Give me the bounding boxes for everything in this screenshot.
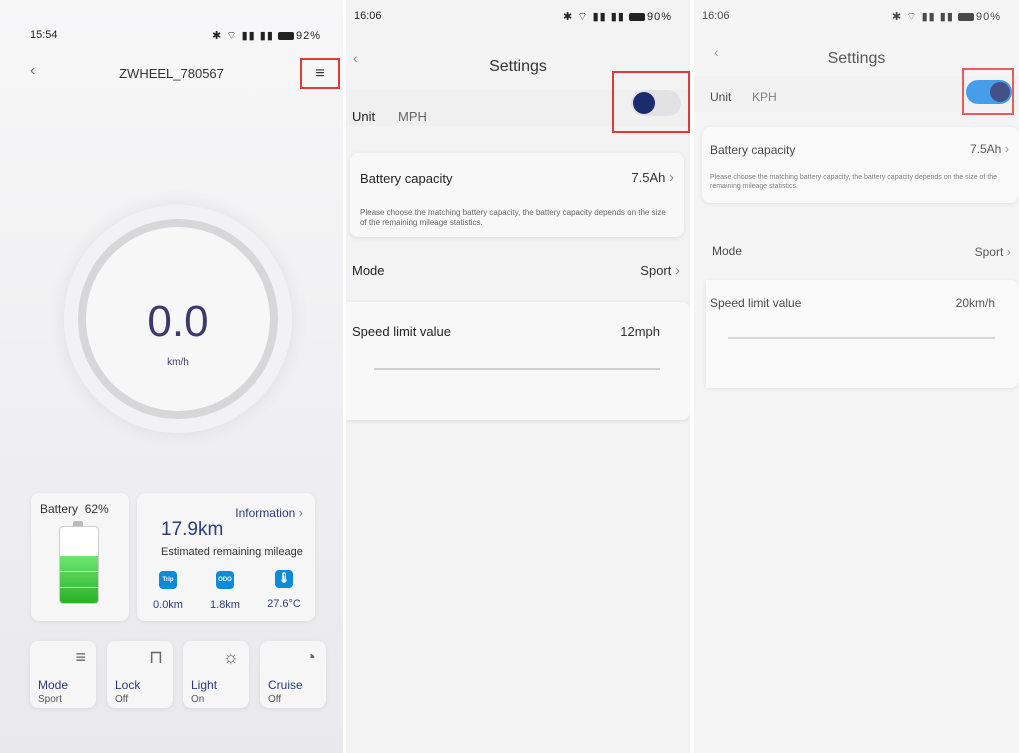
chevron-right-icon: › xyxy=(1004,141,1009,156)
mode-row[interactable]: Mode Sport › xyxy=(346,250,690,292)
trip-stat: Trip 0.0km xyxy=(143,568,193,611)
speed-unit: km/h xyxy=(167,357,189,368)
speed-limit-card: Speed limit value 20km/h xyxy=(706,280,1019,388)
device-name: ZWHEEL_780567 xyxy=(119,66,224,81)
speedometer: 0.0 km/h xyxy=(64,205,292,433)
signal-icons: ✱ ⌔ ▮▮ ▮▮ xyxy=(891,11,954,23)
lightbulb-icon: ☼ xyxy=(222,647,240,667)
battery-capacity-card[interactable]: Battery capacity 7.5Ah › Please choose t… xyxy=(702,127,1019,203)
thermometer-icon: 🌡 xyxy=(275,570,293,588)
battery-percent: 62% xyxy=(84,502,109,516)
battery-gauge-icon xyxy=(59,526,99,604)
unit-value: KPH xyxy=(752,90,777,104)
battery-card: Battery 62% xyxy=(31,493,129,621)
battery-label: Battery 62% xyxy=(40,502,109,516)
top-nav: ‹ ZWHEEL_780567 ≡ xyxy=(0,58,343,92)
chevron-right-icon: › xyxy=(669,169,674,186)
signal-icons: ✱ ⌔ ▮▮ ▮▮ xyxy=(562,11,625,23)
speed-value: 0.0 xyxy=(147,297,209,346)
hamburger-icon: ≡ xyxy=(315,64,325,82)
toggle-knob xyxy=(990,82,1010,102)
menu-button[interactable]: ≡ xyxy=(300,58,340,89)
odo-stat: ODO 1.8km xyxy=(200,568,250,611)
speed-limit-card: Speed limit value 12mph xyxy=(346,302,690,420)
settings-screen-mph: 16:06 ✱ ⌔ ▮▮ ▮▮ 90% ‹ Settings Unit MPH … xyxy=(346,0,690,753)
battery-description: Please choose the matching battery capac… xyxy=(710,174,998,190)
mode-icon: ≡ xyxy=(75,647,86,667)
unit-label: Unit xyxy=(710,90,732,104)
home-screen: 15:54 ✱ ⌔ ▮▮ ▮▮ 92% ‹ ZWHEEL_780567 ≡ 0.… xyxy=(0,0,343,753)
cruise-tile[interactable]: ◔ Cruise Off xyxy=(260,641,326,708)
status-battery-percent: 92% xyxy=(295,30,321,42)
settings-screen-kph: 16:06 ✱ ⌔ ▮▮ ▮▮ 90% ‹ Settings Unit KPH … xyxy=(694,0,1019,753)
battery-fill xyxy=(60,555,98,603)
mode-tile[interactable]: ≡ Mode Sport xyxy=(30,641,96,708)
status-bar: 16:06 ✱ ⌔ ▮▮ ▮▮ 90% xyxy=(694,0,1019,44)
signal-icons: ✱ ⌔ ▮▮ ▮▮ xyxy=(211,30,274,42)
info-card[interactable]: Information › 17.9km Estimated remaining… xyxy=(137,493,315,621)
remaining-mileage-label: Estimated remaining mileage xyxy=(161,546,303,558)
light-tile[interactable]: ☼ Light On xyxy=(183,641,249,708)
battery-capacity-card[interactable]: Battery capacity 7.5Ah › Please choose t… xyxy=(350,153,684,237)
speed-limit-slider[interactable] xyxy=(728,337,995,339)
unit-label: Unit xyxy=(352,109,376,124)
temperature-stat: 🌡 27.6°C xyxy=(259,568,309,610)
remaining-distance: 17.9km xyxy=(161,519,224,540)
mode-row[interactable]: Mode Sport › xyxy=(694,234,1019,270)
battery-icon xyxy=(277,32,294,41)
status-time: 15:54 xyxy=(30,29,58,41)
battery-icon xyxy=(957,13,974,22)
information-link[interactable]: Information › xyxy=(235,505,303,520)
toggle-knob xyxy=(633,92,655,114)
lock-tile[interactable]: ⊓ Lock Off xyxy=(107,641,173,708)
status-icons: ✱ ⌔ ▮▮ ▮▮ 92% xyxy=(212,29,321,43)
speed-limit-slider[interactable] xyxy=(374,368,660,370)
status-time: 16:06 xyxy=(354,10,382,22)
chevron-right-icon: › xyxy=(1006,244,1011,259)
unit-value: MPH xyxy=(398,109,427,124)
unit-toggle[interactable] xyxy=(631,90,681,116)
status-bar: 15:54 ✱ ⌔ ▮▮ ▮▮ 92% xyxy=(0,0,343,44)
battery-description: Please choose the matching battery capac… xyxy=(360,208,666,227)
status-time: 16:06 xyxy=(702,10,730,22)
odo-icon: ODO xyxy=(216,571,234,589)
lock-icon: ⊓ xyxy=(148,647,163,667)
chevron-right-icon: › xyxy=(675,262,680,279)
speedometer-icon: ◔ xyxy=(305,647,316,667)
status-icons: ✱ ⌔ ▮▮ ▮▮ 90% xyxy=(891,11,1001,23)
trip-icon: Trip xyxy=(159,571,177,589)
speed-ring: 0.0 km/h xyxy=(78,219,278,419)
chevron-right-icon: › xyxy=(298,505,303,520)
unit-toggle[interactable] xyxy=(966,80,1012,104)
status-bar: 16:06 ✱ ⌔ ▮▮ ▮▮ 90% xyxy=(346,0,690,44)
status-icons: ✱ ⌔ ▮▮ ▮▮ 90% xyxy=(562,11,672,23)
page-title: Settings xyxy=(827,50,886,67)
battery-icon xyxy=(628,13,645,22)
